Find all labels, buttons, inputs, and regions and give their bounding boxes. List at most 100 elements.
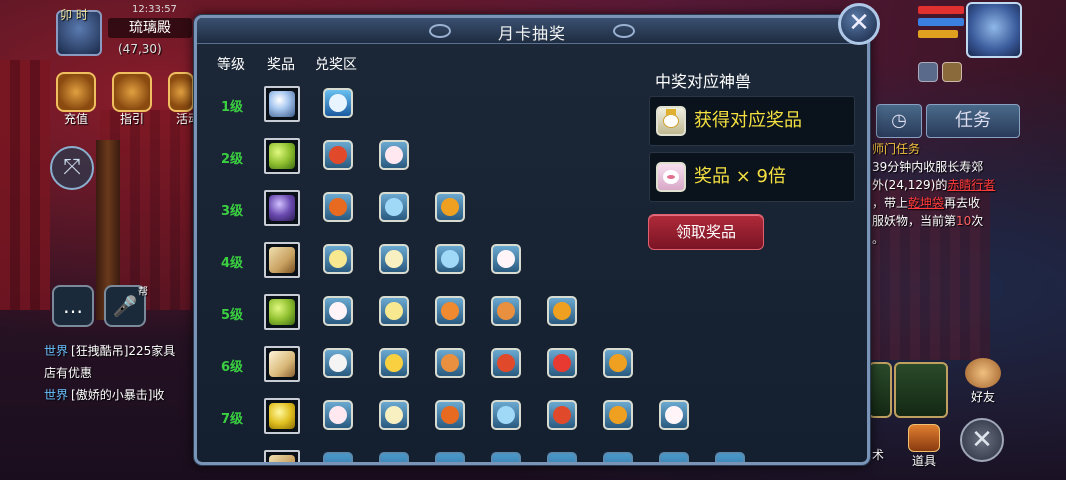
- sp-bar: [918, 30, 958, 38]
- location-panel[interactable]: 卯 时 12:33:57 琉璃殿 (47,30): [52, 2, 194, 60]
- blue-pet-icon[interactable]: [547, 452, 577, 462]
- crowned-lion-pet-icon[interactable]: [379, 244, 409, 274]
- recharge-button[interactable]: [56, 72, 96, 112]
- task-line: 外(24,129)的赤睛行者: [872, 176, 1022, 194]
- guide-button[interactable]: [112, 72, 152, 112]
- white-rabbit-pet-icon[interactable]: [323, 296, 353, 326]
- white-rabbit-pet-icon[interactable]: [659, 400, 689, 430]
- chat-bubble-button[interactable]: …: [52, 285, 94, 327]
- tiger-pet-icon[interactable]: [435, 192, 465, 222]
- scroll-icon: [269, 455, 295, 462]
- close-icon: ✕: [848, 8, 870, 38]
- task-line: 39分钟内收服长寿郊: [872, 160, 984, 174]
- location-coords: (47,30): [118, 42, 162, 56]
- task-description[interactable]: 师门任务 39分钟内收服长寿郊 外(24,129)的赤睛行者 ，带上乾坤袋再去收…: [872, 140, 1022, 248]
- level-label: 6级: [221, 360, 244, 375]
- blue-pet-icon[interactable]: [603, 452, 633, 462]
- prize-slot[interactable]: [264, 138, 300, 174]
- level-label: 3级: [221, 204, 244, 219]
- tiger-pet-icon[interactable]: [603, 400, 633, 430]
- dialog-header: 月卡抽奖: [197, 18, 867, 44]
- task-target-link[interactable]: 赤睛行者: [947, 178, 995, 192]
- buff-icon[interactable]: [918, 62, 938, 82]
- skill-slot[interactable]: [868, 362, 892, 418]
- skill-tree-icon[interactable]: [894, 362, 948, 418]
- red-dragon-pet-icon[interactable]: [547, 400, 577, 430]
- recharge-label: 充值: [64, 112, 89, 126]
- pet-face: [441, 198, 459, 216]
- pink-fox-pet-icon[interactable]: [323, 400, 353, 430]
- pet-face: [385, 198, 403, 216]
- task-text: 次: [971, 214, 984, 228]
- blue-pet-icon[interactable]: [323, 452, 353, 462]
- close-menu-icon[interactable]: ✕: [960, 418, 1004, 462]
- tiger-pet-icon[interactable]: [603, 348, 633, 378]
- blue-pet-icon[interactable]: [435, 452, 465, 462]
- buff-icon[interactable]: [942, 62, 962, 82]
- column-header-exchange: 兑奖区: [315, 57, 357, 73]
- pink-fox-pet-icon[interactable]: [379, 140, 409, 170]
- claim-prize-button[interactable]: 领取奖品: [648, 214, 764, 250]
- pet-face: [553, 302, 571, 320]
- crowned-lion-pet-icon[interactable]: [379, 400, 409, 430]
- pet-face: [553, 406, 571, 424]
- monkey-pet-icon[interactable]: [435, 296, 465, 326]
- prize-slot[interactable]: [264, 242, 300, 278]
- close-dialog-button[interactable]: ✕: [838, 3, 880, 45]
- chat-line: 店有优惠: [44, 362, 200, 384]
- chat-channel-tag: 世界: [44, 388, 69, 402]
- prize-slot[interactable]: [264, 294, 300, 330]
- rainbow-bird-pet-icon[interactable]: [379, 348, 409, 378]
- skill-label: 术: [872, 448, 885, 462]
- crowned-beast-icon: [656, 106, 686, 136]
- items-label: 道具: [911, 454, 936, 468]
- chat-line: 世界 [傲娇的小暴击]收: [44, 384, 200, 406]
- fire-beast-pet-icon[interactable]: [435, 400, 465, 430]
- panda-pet-icon[interactable]: [323, 348, 353, 378]
- pet-face: [329, 406, 347, 424]
- prize-slot[interactable]: [264, 190, 300, 226]
- pink-rabbit-icon: [656, 162, 686, 192]
- chat-log[interactable]: 世界 [狂拽酷吊]225家具 店有优惠 世界 [傲娇的小暴击]收: [44, 340, 200, 406]
- tab-task[interactable]: 任务: [926, 104, 1020, 138]
- fire-beast-pet-icon[interactable]: [323, 192, 353, 222]
- red-dragon-pet-icon[interactable]: [491, 348, 521, 378]
- prize-slot[interactable]: [264, 398, 300, 434]
- blue-bird-pet-icon[interactable]: [323, 88, 353, 118]
- blue-pet-icon[interactable]: [379, 452, 409, 462]
- blue-dragon-pet-icon[interactable]: [379, 192, 409, 222]
- expand-arrows-icon[interactable]: ⤧: [50, 146, 94, 190]
- items-button[interactable]: 道具: [902, 424, 946, 478]
- deer-pet-icon[interactable]: [491, 296, 521, 326]
- blue-pet-icon[interactable]: [715, 452, 745, 462]
- red-lion-pet-icon[interactable]: [547, 348, 577, 378]
- column-header-prize: 奖品: [267, 57, 295, 73]
- deer-pet-icon[interactable]: [435, 348, 465, 378]
- white-rabbit-pet-icon[interactable]: [491, 244, 521, 274]
- blue-pet-icon[interactable]: [659, 452, 689, 462]
- blue-pet-icon[interactable]: [491, 452, 521, 462]
- prize-slot[interactable]: [264, 86, 300, 122]
- yellow-cat-pet-icon[interactable]: [379, 296, 409, 326]
- pet-face: [497, 354, 515, 372]
- tiger-pet-icon[interactable]: [547, 296, 577, 326]
- blue-dragon-pet-icon[interactable]: [491, 400, 521, 430]
- curtain-decoration: [0, 60, 50, 310]
- task-item-link[interactable]: 乾坤袋: [908, 196, 944, 210]
- green-fruits-icon: [269, 143, 295, 169]
- blue-dragon-pet-icon[interactable]: [435, 244, 465, 274]
- scroll-icon: [269, 247, 295, 273]
- prize-slot[interactable]: [264, 346, 300, 382]
- clock-icon[interactable]: ◷: [876, 104, 922, 138]
- mapping-title: 中奖对应神兽: [655, 72, 752, 91]
- yellow-cat-pet-icon[interactable]: [323, 244, 353, 274]
- task-text: 服妖物，当前第: [872, 214, 957, 228]
- prize-slot[interactable]: [264, 450, 300, 462]
- task-line: 。: [872, 232, 885, 246]
- activity-button[interactable]: [168, 72, 194, 112]
- level-label: 1级: [221, 100, 244, 115]
- friends-button[interactable]: 好友: [960, 358, 1006, 404]
- hero-portrait[interactable]: [966, 2, 1022, 58]
- red-dragon-pet-icon[interactable]: [323, 140, 353, 170]
- treasure-chest-icon: [908, 424, 940, 452]
